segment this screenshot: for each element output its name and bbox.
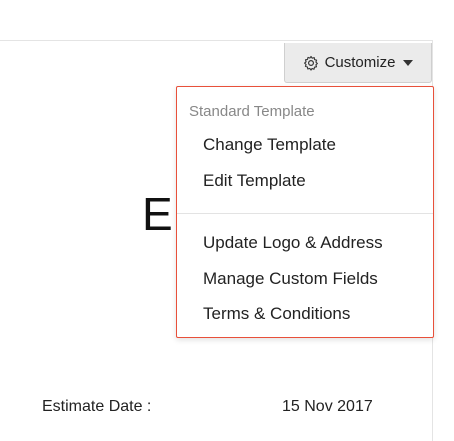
caret-down-icon xyxy=(403,59,414,66)
customize-dropdown-menu: Standard Template Change Template Edit T… xyxy=(176,86,434,338)
document-title: E xyxy=(142,188,173,240)
menu-item-change-template[interactable]: Change Template xyxy=(203,135,336,155)
menu-divider xyxy=(177,213,433,214)
customize-label: Customize xyxy=(324,54,396,71)
customize-button[interactable]: Customize xyxy=(284,43,432,83)
menu-item-manage-custom-fields[interactable]: Manage Custom Fields xyxy=(203,269,378,289)
estimate-date-label: Estimate Date : xyxy=(42,398,152,415)
estimate-date-value: 15 Nov 2017 xyxy=(282,398,373,415)
menu-item-update-logo-address[interactable]: Update Logo & Address xyxy=(203,233,383,253)
menu-item-edit-template[interactable]: Edit Template xyxy=(203,171,306,191)
menu-section-header: Standard Template xyxy=(189,103,315,120)
gear-icon xyxy=(303,55,319,71)
menu-item-terms-conditions[interactable]: Terms & Conditions xyxy=(203,304,350,324)
